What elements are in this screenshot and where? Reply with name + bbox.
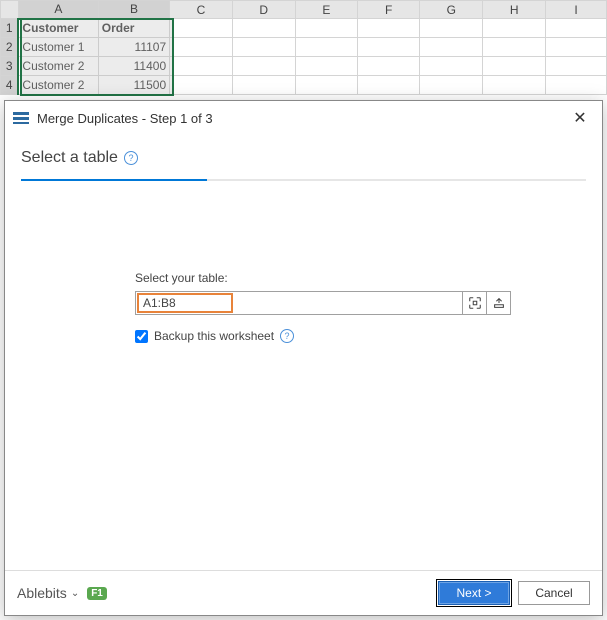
row-1-header[interactable]: 1: [1, 19, 19, 38]
cell-A2[interactable]: Customer 1: [18, 38, 98, 57]
row-2-header[interactable]: 2: [1, 38, 19, 57]
spreadsheet-grid[interactable]: A B C D E F G H I 1 Customer Order 2 Cus…: [0, 0, 607, 95]
chevron-down-icon: ⌄: [71, 588, 79, 599]
select-all-corner[interactable]: [1, 1, 19, 19]
expand-selection-icon: [468, 296, 482, 310]
expand-selection-button[interactable]: [463, 291, 487, 315]
dialog-title: Merge Duplicates - Step 1 of 3: [37, 111, 213, 126]
dialog-body: Select your table: A1:B8 Backup this wor…: [5, 181, 602, 570]
brand-label: Ablebits: [17, 585, 67, 601]
row-3-header[interactable]: 3: [1, 57, 19, 76]
col-C[interactable]: C: [170, 1, 233, 19]
next-button[interactable]: Next >: [438, 581, 510, 605]
select-table-label: Select your table:: [135, 271, 586, 285]
cell-B3[interactable]: 11400: [98, 57, 169, 76]
cancel-button[interactable]: Cancel: [518, 581, 590, 605]
cell-B1[interactable]: Order: [98, 19, 169, 38]
cell-A1[interactable]: Customer: [18, 19, 98, 38]
col-E[interactable]: E: [295, 1, 358, 19]
backup-label: Backup this worksheet: [154, 329, 274, 343]
dialog-footer: Ablebits ⌄ F1 Next > Cancel: [5, 570, 602, 615]
cell-A3[interactable]: Customer 2: [18, 57, 98, 76]
cell-B2[interactable]: 11107: [98, 38, 169, 57]
cell-A4[interactable]: Customer 2: [18, 76, 98, 95]
col-I[interactable]: I: [546, 1, 607, 19]
col-D[interactable]: D: [232, 1, 295, 19]
table-row: 4 Customer 2 11500: [1, 76, 607, 95]
app-icon: [13, 112, 29, 124]
range-input[interactable]: A1:B8: [135, 291, 463, 315]
heading-text: Select a table: [21, 149, 118, 167]
step-progress: [21, 179, 586, 181]
row-4-header[interactable]: 4: [1, 76, 19, 95]
step-heading: Select a table ?: [5, 135, 602, 175]
col-B[interactable]: B: [98, 1, 169, 19]
table-row: 2 Customer 1 11107: [1, 38, 607, 57]
col-A[interactable]: A: [18, 1, 98, 19]
backup-checkbox-row[interactable]: Backup this worksheet ?: [135, 329, 586, 343]
brand-menu[interactable]: Ablebits ⌄: [17, 585, 79, 601]
backup-checkbox[interactable]: [135, 330, 148, 343]
collapse-icon: [492, 296, 506, 310]
table-row: 1 Customer Order: [1, 19, 607, 38]
close-icon: ✕: [573, 108, 586, 128]
cell-B4[interactable]: 11500: [98, 76, 169, 95]
close-button[interactable]: ✕: [566, 107, 594, 129]
range-input-group: A1:B8: [135, 291, 586, 315]
col-F[interactable]: F: [358, 1, 420, 19]
merge-duplicates-dialog: Merge Duplicates - Step 1 of 3 ✕ Select …: [4, 100, 603, 616]
table-row: 3 Customer 2 11400: [1, 57, 607, 76]
f1-help-badge[interactable]: F1: [87, 587, 107, 600]
collapse-dialog-button[interactable]: [487, 291, 511, 315]
help-icon[interactable]: ?: [280, 329, 294, 343]
col-H[interactable]: H: [483, 1, 546, 19]
column-header-row: A B C D E F G H I: [1, 1, 607, 19]
help-icon[interactable]: ?: [124, 151, 138, 165]
range-value: A1:B8: [137, 293, 233, 313]
dialog-titlebar: Merge Duplicates - Step 1 of 3 ✕: [5, 101, 602, 135]
cell-C1[interactable]: [170, 19, 233, 38]
col-G[interactable]: G: [420, 1, 483, 19]
